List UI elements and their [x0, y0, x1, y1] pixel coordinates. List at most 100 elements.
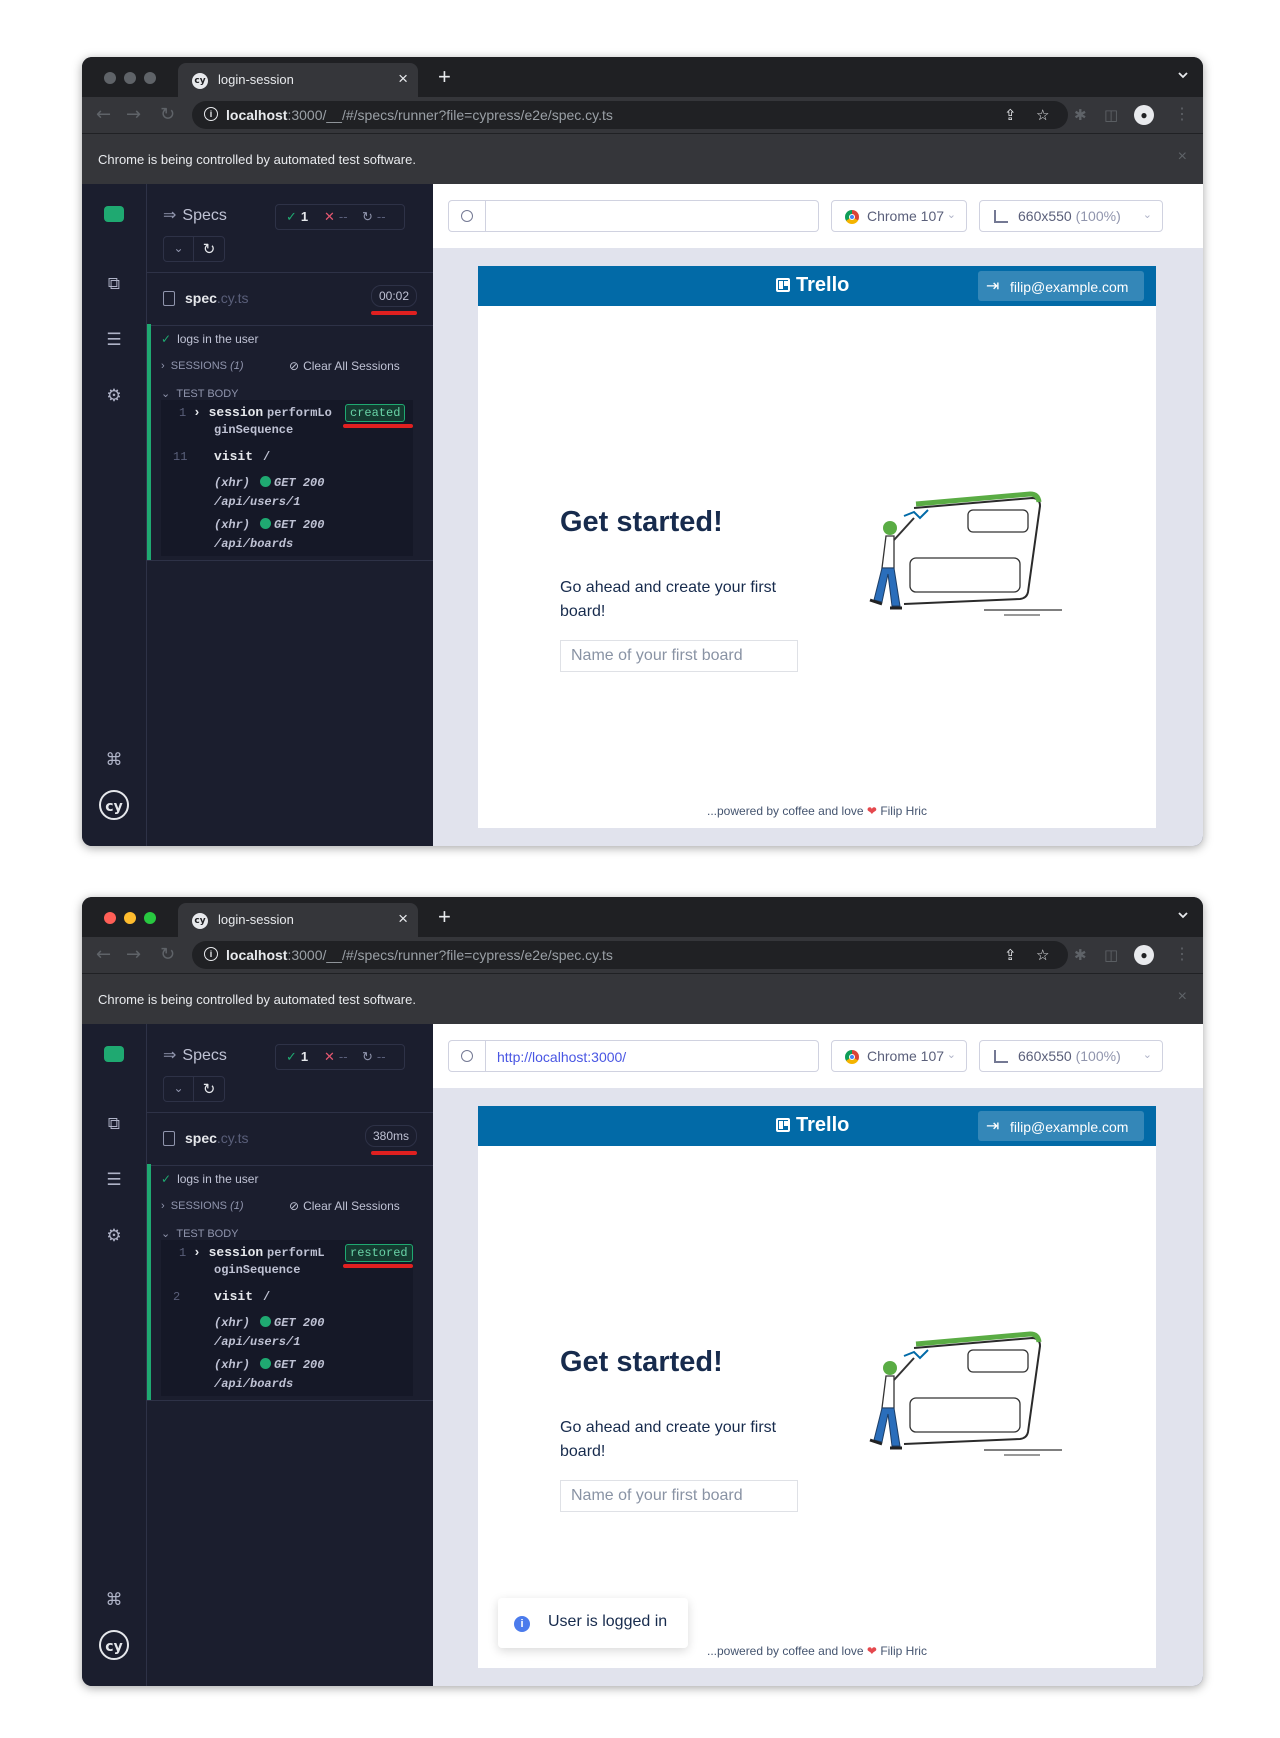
browser-name: Chrome 107 — [867, 208, 945, 224]
logout-button[interactable]: ⇥ filip@example.com — [978, 271, 1144, 301]
expand-chevron-icon[interactable]: ⌄ — [164, 1077, 194, 1101]
specs-button[interactable]: ⇒ Specs — [163, 1045, 227, 1065]
clear-sessions-button[interactable]: ⊘ Clear All Sessions — [289, 1199, 400, 1213]
site-info-icon[interactable]: i — [204, 947, 218, 961]
debug-icon[interactable]: ⧉ — [104, 274, 124, 294]
test-title[interactable]: ✓ logs in the user — [161, 332, 258, 346]
sessions-toggle[interactable]: › SESSIONS (1) — [161, 360, 244, 372]
extensions-puzzle-icon[interactable]: ✱ — [1074, 946, 1087, 964]
cypress-favicon-icon: cy — [192, 73, 208, 89]
app-under-test: http://localhost:3000/ Chrome 107 ⌄ 660x… — [433, 1024, 1203, 1686]
selector-playground-button[interactable] — [448, 1040, 486, 1072]
trello-logo[interactable]: Trello — [776, 1114, 849, 1137]
reload-icon[interactable]: ↻ — [160, 104, 175, 125]
forward-arrow-icon[interactable]: → — [126, 944, 141, 965]
test-item[interactable]: ✓ logs in the user › SESSIONS (1) ⊘ Clear … — [147, 324, 433, 561]
test-list-icon[interactable]: ☰ — [104, 1170, 124, 1190]
reload-icon[interactable]: ↻ — [160, 944, 175, 965]
zoom-window-button[interactable] — [144, 72, 156, 84]
more-menu-icon[interactable]: ⋮ — [1174, 104, 1190, 124]
test-list-icon[interactable]: ☰ — [104, 330, 124, 350]
aut-url-bar[interactable]: http://localhost:3000/ — [485, 1040, 819, 1072]
omnibox[interactable]: i localhost:3000/__/#/specs/runner?file=… — [192, 101, 1068, 129]
test-body-toggle[interactable]: ⌄ TEST BODY — [161, 1227, 239, 1240]
new-tab-icon[interactable]: + — [438, 64, 451, 90]
xhr-request[interactable]: (xhr) GET 200/api/boards — [214, 1356, 324, 1394]
infobar-close-icon[interactable]: × — [1178, 988, 1187, 1006]
site-info-icon[interactable]: i — [204, 107, 218, 121]
info-icon: i — [514, 1616, 530, 1632]
aut-url-bar[interactable] — [485, 200, 819, 232]
browser-selector[interactable]: Chrome 107 ⌄ — [831, 1040, 967, 1072]
board-name-field[interactable] — [561, 1481, 817, 1511]
new-tab-icon[interactable]: + — [438, 904, 451, 930]
selector-playground-button[interactable] — [448, 200, 486, 232]
omnibox[interactable]: i localhost:3000/__/#/specs/runner?file=… — [192, 941, 1068, 969]
test-body-toggle[interactable]: ⌄ TEST BODY — [161, 387, 239, 400]
session-command[interactable]: › session — [193, 1245, 263, 1260]
tab-search-chevron-icon[interactable] — [1177, 69, 1189, 81]
minimize-window-button[interactable] — [124, 912, 136, 924]
specs-button[interactable]: ⇒ Specs — [163, 205, 227, 225]
viewport-info[interactable]: 660x550 (100%) ⌄ — [979, 200, 1163, 232]
expand-chevron-icon[interactable]: ⌄ — [164, 237, 194, 261]
close-tab-icon[interactable]: × — [398, 69, 408, 89]
url-text: localhost:3000/__/#/specs/runner?file=cy… — [226, 107, 613, 123]
first-board-input[interactable] — [560, 1480, 817, 1512]
xhr-request[interactable]: (xhr) GET 200/api/users/1 — [214, 1314, 324, 1352]
side-panel-icon[interactable]: ◫ — [1104, 106, 1118, 124]
spec-header: spec.cy.ts 380ms — [147, 1112, 433, 1166]
viewport-info[interactable]: 660x550 (100%) ⌄ — [979, 1040, 1163, 1072]
clear-sessions-button[interactable]: ⊘ Clear All Sessions — [289, 359, 400, 373]
failed-count: ✕ -- — [324, 209, 348, 224]
close-tab-icon[interactable]: × — [398, 909, 408, 929]
logout-button[interactable]: ⇥ filip@example.com — [978, 1111, 1144, 1141]
command-icon[interactable]: ⌘ — [104, 750, 124, 770]
reporter-controls: ⌄ ↻ — [163, 1076, 225, 1102]
chevron-down-icon: ⌄ — [1142, 1049, 1152, 1061]
first-board-input[interactable] — [560, 640, 817, 672]
more-menu-icon[interactable]: ⋮ — [1174, 944, 1190, 964]
test-item[interactable]: ✓ logs in the user › SESSIONS (1) ⊘ Clear … — [147, 1164, 433, 1401]
forward-arrow-icon[interactable]: → — [126, 104, 141, 125]
xhr-request[interactable]: (xhr) GET 200/api/users/1 — [214, 474, 324, 512]
aut-url: http://localhost:3000/ — [497, 1049, 627, 1065]
gear-icon[interactable]: ⚙ — [104, 1226, 124, 1246]
bookmark-star-icon[interactable]: ☆ — [1036, 106, 1049, 124]
profile-avatar-icon[interactable]: ● — [1134, 105, 1154, 125]
browser-tab[interactable]: cy login-session × — [178, 903, 418, 937]
close-window-button[interactable] — [104, 912, 116, 924]
bookmark-star-icon[interactable]: ☆ — [1036, 946, 1049, 964]
rerun-icon[interactable]: ↻ — [194, 237, 224, 261]
session-command[interactable]: › session — [193, 405, 263, 420]
test-title[interactable]: ✓ logs in the user — [161, 1172, 258, 1186]
browser-selector[interactable]: Chrome 107 ⌄ — [831, 200, 967, 232]
zoom-window-button[interactable] — [144, 912, 156, 924]
visit-command[interactable]: visit — [214, 1289, 253, 1304]
share-icon[interactable]: ⇪ — [1004, 946, 1017, 964]
extensions-puzzle-icon[interactable]: ✱ — [1074, 106, 1087, 124]
test-stats: ✓ 1 ✕ -- ↻ -- — [275, 204, 405, 230]
profile-avatar-icon[interactable]: ● — [1134, 945, 1154, 965]
specs-list-icon[interactable] — [104, 1046, 124, 1062]
back-arrow-icon[interactable]: ← — [96, 944, 111, 965]
command-icon[interactable]: ⌘ — [104, 1590, 124, 1610]
side-panel-icon[interactable]: ◫ — [1104, 946, 1118, 964]
specs-list-icon[interactable] — [104, 206, 124, 222]
minimize-window-button[interactable] — [124, 72, 136, 84]
tab-search-chevron-icon[interactable] — [1177, 909, 1189, 921]
board-name-field[interactable] — [561, 641, 817, 671]
passed-count: ✓ 1 — [286, 1049, 309, 1064]
close-window-button[interactable] — [104, 72, 116, 84]
back-arrow-icon[interactable]: ← — [96, 104, 111, 125]
share-icon[interactable]: ⇪ — [1004, 106, 1017, 124]
debug-icon[interactable]: ⧉ — [104, 1114, 124, 1134]
gear-icon[interactable]: ⚙ — [104, 386, 124, 406]
infobar-close-icon[interactable]: × — [1178, 148, 1187, 166]
sessions-toggle[interactable]: › SESSIONS (1) — [161, 1200, 244, 1212]
trello-logo[interactable]: Trello — [776, 274, 849, 297]
xhr-request[interactable]: (xhr) GET 200/api/boards — [214, 516, 324, 554]
browser-tab[interactable]: cy login-session × — [178, 63, 418, 97]
rerun-icon[interactable]: ↻ — [194, 1077, 224, 1101]
visit-command[interactable]: visit — [214, 449, 253, 464]
